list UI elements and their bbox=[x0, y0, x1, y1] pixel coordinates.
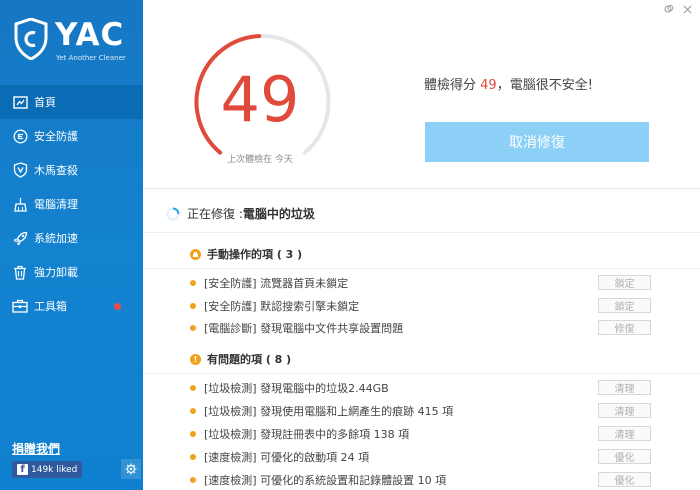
item-text: [安全防護] 默認搜索引擎未鎖定 bbox=[204, 300, 360, 313]
optimize-button[interactable]: 優化 bbox=[598, 472, 651, 487]
cancel-repair-button[interactable]: 取消修復 bbox=[425, 122, 649, 162]
clean-button[interactable]: 清理 bbox=[598, 426, 651, 441]
manual-warning-icon bbox=[190, 248, 201, 260]
sidebar-item-label: 電腦清理 bbox=[34, 198, 78, 211]
broom-icon bbox=[12, 196, 28, 212]
bullet-icon bbox=[190, 280, 196, 286]
clean-button[interactable]: 清理 bbox=[598, 403, 651, 418]
list-item: [垃圾檢測] 發現使用電腦和上網產生的痕跡 415 項 清理 bbox=[190, 401, 660, 421]
list-item: [安全防護] 流覽器首頁未鎖定 鎖定 bbox=[190, 273, 660, 293]
score-headline: 體檢得分 49，電腦很不安全! bbox=[424, 74, 593, 93]
shield-e-icon bbox=[12, 128, 28, 144]
toolbox-icon bbox=[12, 298, 28, 314]
bullet-icon bbox=[190, 477, 196, 483]
section-title: 有問題的項 ( 8 ) bbox=[207, 353, 292, 366]
sidebar-item-home[interactable]: 首頁 bbox=[0, 85, 143, 119]
clean-button[interactable]: 清理 bbox=[598, 380, 651, 395]
sidebar-item-label: 安全防護 bbox=[34, 130, 78, 143]
sidebar-item-speedup[interactable]: 系統加速 bbox=[0, 221, 143, 255]
loading-spinner-icon bbox=[166, 207, 180, 220]
bullet-icon bbox=[190, 303, 196, 309]
sidebar-nav: 首頁 安全防護 木馬查殺 電腦清理 系統加速 強力卸載 工具箱 bbox=[0, 85, 143, 323]
bullet-icon bbox=[190, 431, 196, 437]
lock-button[interactable]: 鎖定 bbox=[598, 298, 651, 313]
last-check-text: 上次體檢在 今天 bbox=[227, 155, 293, 165]
sidebar-item-label: 木馬查殺 bbox=[34, 164, 78, 177]
bullet-icon bbox=[190, 408, 196, 414]
item-text: [垃圾檢測] 發現電腦中的垃圾2.44GB bbox=[204, 382, 389, 395]
gear-icon bbox=[125, 463, 137, 475]
divider bbox=[143, 232, 700, 233]
app-brand: YAC bbox=[55, 17, 125, 53]
skin-icon bbox=[664, 5, 674, 13]
skin-button[interactable] bbox=[664, 4, 674, 14]
list-item: [速度檢測] 可優化的啟動項 24 項 優化 bbox=[190, 447, 660, 467]
item-text: [垃圾檢測] 發現註冊表中的多餘項 138 項 bbox=[204, 428, 410, 441]
headline-suffix: ，電腦很不安全! bbox=[496, 78, 593, 93]
sidebar-item-cleanup[interactable]: 電腦清理 bbox=[0, 187, 143, 221]
facebook-icon: f bbox=[17, 464, 28, 475]
sidebar-item-label: 系統加速 bbox=[34, 232, 78, 245]
list-item: [速度檢測] 可優化的系統設置和記錄體設置 10 項 優化 bbox=[190, 470, 660, 490]
sidebar-item-label: 工具箱 bbox=[34, 300, 67, 313]
rocket-icon bbox=[12, 230, 28, 246]
item-text: [垃圾檢測] 發現使用電腦和上網產生的痕跡 415 項 bbox=[204, 405, 454, 418]
list-item: [電腦診斷] 發現電腦中文件共享設置問題 修復 bbox=[190, 318, 660, 338]
list-item: [安全防護] 默認搜索引擎未鎖定 鎖定 bbox=[190, 296, 660, 316]
list-item: [垃圾檢測] 發現電腦中的垃圾2.44GB 清理 bbox=[190, 378, 660, 398]
item-text: [速度檢測] 可優化的系統設置和記錄體設置 10 項 bbox=[204, 474, 447, 487]
divider bbox=[143, 188, 700, 189]
repair-button[interactable]: 修復 bbox=[598, 320, 651, 335]
close-icon bbox=[683, 5, 691, 13]
optimize-button[interactable]: 優化 bbox=[598, 449, 651, 464]
repair-status: 正在修復 : 電腦中的垃圾 bbox=[166, 205, 315, 222]
list-item: [垃圾檢測] 發現註冊表中的多餘項 138 項 清理 bbox=[190, 424, 660, 444]
section-problems-header: ! 有問題的項 ( 8 ) bbox=[190, 351, 291, 367]
repair-status-prefix: 正在修復 : bbox=[187, 207, 243, 221]
divider bbox=[143, 373, 700, 374]
sidebar-item-trojan-scan[interactable]: 木馬查殺 bbox=[0, 153, 143, 187]
window-controls bbox=[664, 4, 692, 14]
sidebar-item-label: 強力卸載 bbox=[34, 266, 78, 279]
settings-button[interactable] bbox=[121, 459, 141, 479]
bullet-icon bbox=[190, 385, 196, 391]
lock-button[interactable]: 鎖定 bbox=[598, 275, 651, 290]
sidebar-item-security[interactable]: 安全防護 bbox=[0, 119, 143, 153]
trojan-shield-icon bbox=[12, 162, 28, 178]
problem-warning-icon: ! bbox=[190, 353, 201, 365]
home-icon bbox=[12, 94, 28, 110]
item-text: [安全防護] 流覽器首頁未鎖定 bbox=[204, 277, 349, 290]
app-logo: YAC Yet Another Cleaner bbox=[14, 18, 134, 68]
sidebar-item-toolbox[interactable]: 工具箱 bbox=[0, 289, 143, 323]
sidebar-item-uninstall[interactable]: 強力卸載 bbox=[0, 255, 143, 289]
yac-shield-logo-icon bbox=[14, 18, 48, 60]
sidebar-item-label: 首頁 bbox=[34, 96, 56, 109]
section-manual-header: 手動操作的項 ( 3 ) bbox=[190, 246, 302, 262]
facebook-like-count: 149k liked bbox=[31, 464, 78, 475]
item-text: [電腦診斷] 發現電腦中文件共享設置問題 bbox=[204, 322, 404, 335]
headline-score: 49 bbox=[480, 78, 497, 93]
repair-status-target: 電腦中的垃圾 bbox=[242, 207, 315, 221]
section-title: 手動操作的項 ( 3 ) bbox=[207, 248, 303, 261]
donate-link[interactable]: 捐贈我們 bbox=[12, 440, 60, 457]
app-tagline: Yet Another Cleaner bbox=[56, 54, 126, 62]
trash-icon bbox=[12, 264, 28, 280]
bullet-icon bbox=[190, 325, 196, 331]
bullet-icon bbox=[190, 454, 196, 460]
item-text: [速度檢測] 可優化的啟動項 24 項 bbox=[204, 451, 370, 464]
score-value: 49 bbox=[220, 63, 300, 136]
headline-prefix: 體檢得分 bbox=[424, 78, 481, 93]
close-button[interactable] bbox=[682, 4, 692, 14]
divider bbox=[143, 268, 700, 269]
facebook-like-button[interactable]: f 149k liked bbox=[12, 461, 83, 478]
notification-badge bbox=[114, 303, 121, 310]
sidebar: YAC Yet Another Cleaner 首頁 安全防護 木馬查殺 電腦清… bbox=[0, 0, 143, 490]
